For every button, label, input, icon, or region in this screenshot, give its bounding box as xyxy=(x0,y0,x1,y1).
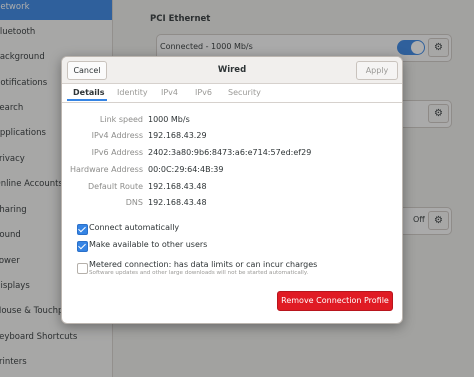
detail-row-hardware: Hardware Address 00:0C:29:64:4B:39 xyxy=(62,163,402,177)
detail-row-ipv4: IPv4 Address 192.168.43.29 xyxy=(62,129,402,143)
detail-value: 192.168.43.29 xyxy=(148,131,207,140)
detail-label: Default Route xyxy=(88,182,143,191)
tab-identity[interactable]: Identity xyxy=(117,83,148,102)
metered-connection-label: Metered connection: has data limits or c… xyxy=(89,260,318,269)
dialog-title: Wired xyxy=(217,65,247,75)
detail-value: 1000 Mb/s xyxy=(148,115,190,124)
apply-button[interactable]: Apply xyxy=(356,61,398,80)
detail-row-default-route: Default Route 192.168.43.48 xyxy=(62,180,402,194)
detail-value: 00:0C:29:64:4B:39 xyxy=(148,165,224,174)
detail-value: 192.168.43.48 xyxy=(148,182,207,191)
tab-security[interactable]: Security xyxy=(228,83,261,102)
metered-connection-sublabel: Software updates and other large downloa… xyxy=(89,270,309,276)
tab-ipv6[interactable]: IPv6 xyxy=(195,83,212,102)
tab-ipv4[interactable]: IPv4 xyxy=(161,83,178,102)
available-to-all-users-label: Make available to other users xyxy=(89,240,208,249)
detail-label: DNS xyxy=(125,198,143,207)
detail-label: IPv4 Address xyxy=(91,131,143,140)
remove-connection-profile-button[interactable]: Remove Connection Profile xyxy=(277,291,393,311)
available-to-all-users-checkbox[interactable] xyxy=(77,241,88,252)
active-tab-indicator xyxy=(67,99,107,101)
wired-settings-dialog: Wired Cancel Apply Details Identity IPv4… xyxy=(61,56,403,324)
dialog-header: Wired Cancel Apply xyxy=(62,57,402,84)
cancel-button[interactable]: Cancel xyxy=(67,61,107,80)
detail-label: Link speed xyxy=(99,115,143,124)
connect-automatically-label: Connect automatically xyxy=(89,223,180,232)
detail-row-ipv6: IPv6 Address 2402:3a80:9b6:8473:a6:e714:… xyxy=(62,146,402,160)
detail-value: 192.168.43.48 xyxy=(148,198,207,207)
detail-row-link-speed: Link speed 1000 Mb/s xyxy=(62,113,402,127)
metered-connection-checkbox[interactable] xyxy=(77,263,88,274)
connect-automatically-checkbox[interactable] xyxy=(77,224,88,235)
detail-value: 2402:3a80:9b6:8473:a6:e714:57ed:ef29 xyxy=(148,148,312,157)
detail-label: IPv6 Address xyxy=(91,148,143,157)
detail-row-dns: DNS 192.168.43.48 xyxy=(62,196,402,210)
tab-bar: Details Identity IPv4 IPv6 Security xyxy=(62,83,402,103)
detail-label: Hardware Address xyxy=(69,165,143,174)
